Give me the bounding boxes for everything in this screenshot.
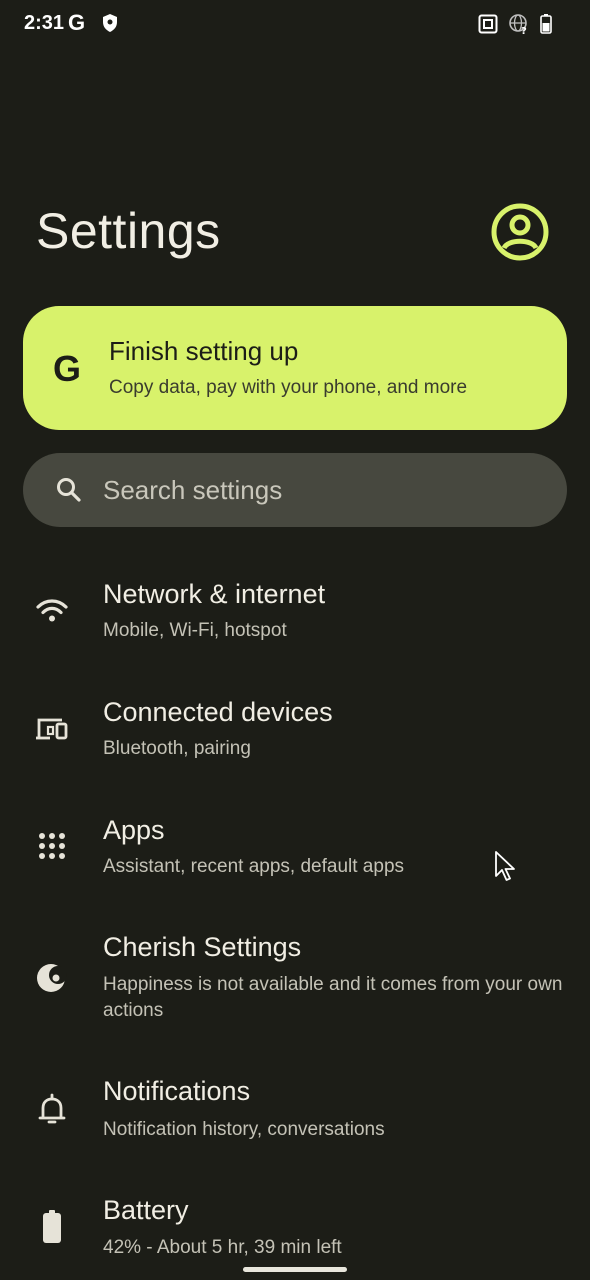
status-icons: ?: [478, 13, 552, 35]
battery-icon: [43, 1210, 61, 1243]
google-status-icon: G: [68, 10, 86, 35]
settings-item-network[interactable]: Network & internet Mobile, Wi-Fi, hotspo…: [0, 565, 590, 665]
settings-item-connected-devices[interactable]: Connected devices Bluetooth, pairing: [0, 683, 590, 783]
item-title: Apps: [103, 815, 165, 845]
item-subtitle: Notification history, conversations: [103, 1119, 385, 1140]
wifi-icon: [36, 599, 68, 622]
apps-grid-icon: [39, 833, 65, 859]
settings-item-battery[interactable]: Battery 42% - About 5 hr, 39 min left: [0, 1183, 590, 1273]
gesture-nav-handle[interactable]: [243, 1267, 347, 1272]
settings-item-notifications[interactable]: Notifications Notification history, conv…: [0, 1064, 590, 1164]
item-subtitle: Mobile, Wi-Fi, hotspot: [103, 620, 287, 641]
mouse-pointer-icon: [495, 851, 515, 881]
shield-icon: [103, 14, 117, 32]
search-icon: [57, 478, 81, 502]
nfc-icon: [478, 14, 498, 34]
item-subtitle: Happiness is not available and it comes …: [103, 974, 563, 1021]
setup-card-subtitle: Copy data, pay with your phone, and more: [109, 377, 468, 398]
item-subtitle: Bluetooth, pairing: [103, 738, 251, 759]
item-title: Battery: [103, 1195, 189, 1225]
moon-icon: [37, 964, 67, 992]
devices-icon: [36, 718, 68, 740]
google-icon: G: [53, 348, 82, 389]
search-placeholder: Search settings: [103, 475, 283, 505]
settings-item-cherish[interactable]: Cherish Settings Happiness is not availa…: [0, 920, 590, 1040]
setup-card-title: Finish setting up: [109, 336, 299, 366]
account-icon[interactable]: [490, 202, 550, 262]
item-title: Cherish Settings: [103, 932, 302, 962]
network-unknown-icon: ?: [509, 14, 527, 35]
search-settings-bar[interactable]: Search settings: [23, 453, 567, 527]
item-subtitle: 42% - About 5 hr, 39 min left: [103, 1237, 342, 1258]
svg-text:?: ?: [521, 26, 527, 35]
item-title: Notifications: [103, 1076, 251, 1106]
page-title: Settings: [36, 203, 221, 259]
battery-status-icon: [540, 14, 552, 34]
status-bar: 2:31 G ?: [0, 0, 590, 48]
bell-icon: [38, 1093, 66, 1124]
item-title: Network & internet: [103, 579, 326, 609]
item-title: Connected devices: [103, 697, 333, 727]
status-time: 2:31: [24, 12, 65, 34]
finish-setup-card[interactable]: G Finish setting up Copy data, pay with …: [23, 306, 567, 430]
